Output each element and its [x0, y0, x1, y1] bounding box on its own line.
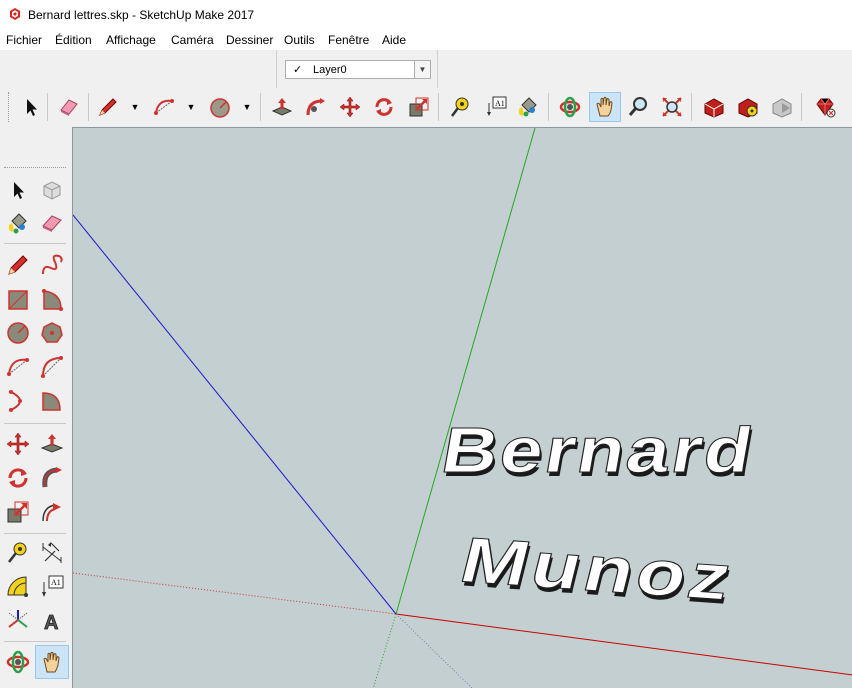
menu-dessiner[interactable]: Dessiner: [226, 33, 273, 47]
toolbar-separator: [4, 641, 66, 642]
toolbar-grip[interactable]: [4, 167, 66, 168]
toolbar-separator: [260, 93, 261, 121]
text-icon[interactable]: A1: [39, 573, 65, 599]
paint-bucket-icon[interactable]: [516, 95, 540, 119]
move-icon[interactable]: [5, 431, 31, 457]
three-point-arc-icon[interactable]: [5, 388, 31, 414]
left-toolbar: A1 A: [0, 127, 72, 688]
share-model-icon[interactable]: [770, 95, 794, 119]
menu-bar: Fichier Édition Affichage Caméra Dessine…: [0, 30, 852, 50]
tape-measure-icon[interactable]: [5, 539, 31, 565]
scale-icon[interactable]: [407, 95, 431, 119]
text-tool-label: A1: [51, 578, 61, 587]
ruby-extension-icon[interactable]: [813, 95, 837, 119]
pan-icon[interactable]: [35, 645, 69, 679]
menu-aide[interactable]: Aide: [382, 33, 406, 47]
follow-me-icon[interactable]: [39, 465, 65, 491]
pie-icon[interactable]: [39, 388, 65, 414]
arc-icon[interactable]: [5, 354, 31, 380]
layer-name: Layer0: [313, 64, 347, 76]
window-title: Bernard lettres.skp - SketchUp Make 2017: [28, 8, 255, 22]
chevron-down-icon[interactable]: ▼: [414, 61, 430, 78]
circle-dropdown-icon[interactable]: ▼: [242, 95, 252, 119]
toolbar-separator: [438, 93, 439, 121]
3d-text-label: A: [44, 612, 58, 633]
rotate-icon[interactable]: [372, 95, 396, 119]
red-axis-positive: [395, 613, 852, 676]
zoom-extents-icon[interactable]: [660, 95, 684, 119]
3d-text-bernard-face: Bernard: [436, 415, 760, 486]
layers-toolbar: ✓ Layer0 ▼: [276, 50, 438, 88]
move-icon[interactable]: [338, 95, 362, 119]
green-axis-negative: [372, 613, 397, 688]
modeling-viewport[interactable]: Bernard Bernard Munoz Munoz: [72, 127, 852, 688]
push-pull-icon[interactable]: [270, 95, 294, 119]
warehouse-icon[interactable]: [702, 95, 726, 119]
menu-camera[interactable]: Caméra: [171, 33, 214, 47]
rotated-rectangle-icon[interactable]: [39, 287, 65, 313]
title-bar: Bernard lettres.skp - SketchUp Make 2017: [0, 0, 852, 30]
layer-visible-check-icon: ✓: [293, 64, 303, 76]
toolbar-separator: [4, 423, 66, 424]
toolbar-separator: [691, 93, 692, 121]
arc-dropdown-icon[interactable]: ▼: [186, 95, 196, 119]
toolbar-separator: [4, 243, 66, 244]
orbit-icon[interactable]: [5, 649, 31, 675]
axes-icon[interactable]: [5, 607, 31, 633]
3d-text-munoz: Munoz Munoz: [453, 524, 744, 618]
toolbar-separator: [548, 93, 549, 121]
toolbar-separator: [801, 93, 802, 121]
toolbar-separator: [88, 93, 89, 121]
menu-fenetre[interactable]: Fenêtre: [328, 33, 369, 47]
blue-axis-negative: [395, 613, 473, 688]
pan-icon[interactable]: [589, 92, 621, 122]
scale-icon[interactable]: [5, 499, 31, 525]
push-pull-icon[interactable]: [39, 431, 65, 457]
pencil-icon[interactable]: [96, 95, 120, 119]
menu-outils[interactable]: Outils: [284, 33, 315, 47]
offset-icon[interactable]: [39, 499, 65, 525]
protractor-icon[interactable]: [5, 573, 31, 599]
sketchup-logo-icon: [10, 8, 20, 20]
blue-axis: [73, 214, 397, 615]
toolbar-grip[interactable]: [8, 92, 11, 122]
toolbar-separator: [4, 533, 66, 534]
toolbar-separator: [47, 93, 48, 121]
menu-affichage[interactable]: Affichage: [106, 33, 156, 47]
rotate-icon[interactable]: [5, 465, 31, 491]
menu-edition[interactable]: Édition: [55, 33, 92, 47]
arc-icon[interactable]: [152, 95, 176, 119]
zoom-icon[interactable]: [626, 95, 650, 119]
paint-bucket-icon[interactable]: [5, 210, 31, 236]
rectangle-icon[interactable]: [5, 287, 31, 313]
pencil-icon[interactable]: [5, 252, 31, 278]
freehand-icon[interactable]: [39, 252, 65, 278]
scene-canvas: Bernard Bernard Munoz Munoz: [73, 128, 852, 688]
layer-select[interactable]: ✓ Layer0 ▼: [285, 60, 431, 79]
pencil-dropdown-icon[interactable]: ▼: [130, 95, 140, 119]
text-tool-label: A1: [495, 99, 505, 108]
orbit-icon[interactable]: [558, 95, 582, 119]
dimension-icon[interactable]: [39, 539, 65, 565]
extension-warehouse-icon[interactable]: [736, 95, 760, 119]
text-icon[interactable]: A1: [484, 95, 508, 119]
eraser-icon[interactable]: [39, 210, 65, 236]
eraser-icon[interactable]: [57, 95, 81, 119]
3d-text-bernard: Bernard Bernard: [436, 415, 762, 491]
two-point-arc-icon[interactable]: [39, 354, 65, 380]
menu-fichier[interactable]: Fichier: [6, 33, 42, 47]
3d-text-icon[interactable]: A: [39, 607, 65, 633]
follow-me-icon[interactable]: [304, 95, 328, 119]
red-axis-negative: [73, 572, 397, 615]
select-icon[interactable]: [19, 95, 43, 119]
polygon-icon[interactable]: [39, 320, 65, 346]
circle-icon[interactable]: [208, 95, 232, 119]
make-component-icon[interactable]: [39, 177, 65, 203]
circle-icon[interactable]: [5, 320, 31, 346]
tape-measure-icon[interactable]: [448, 95, 472, 119]
select-icon[interactable]: [5, 177, 31, 203]
